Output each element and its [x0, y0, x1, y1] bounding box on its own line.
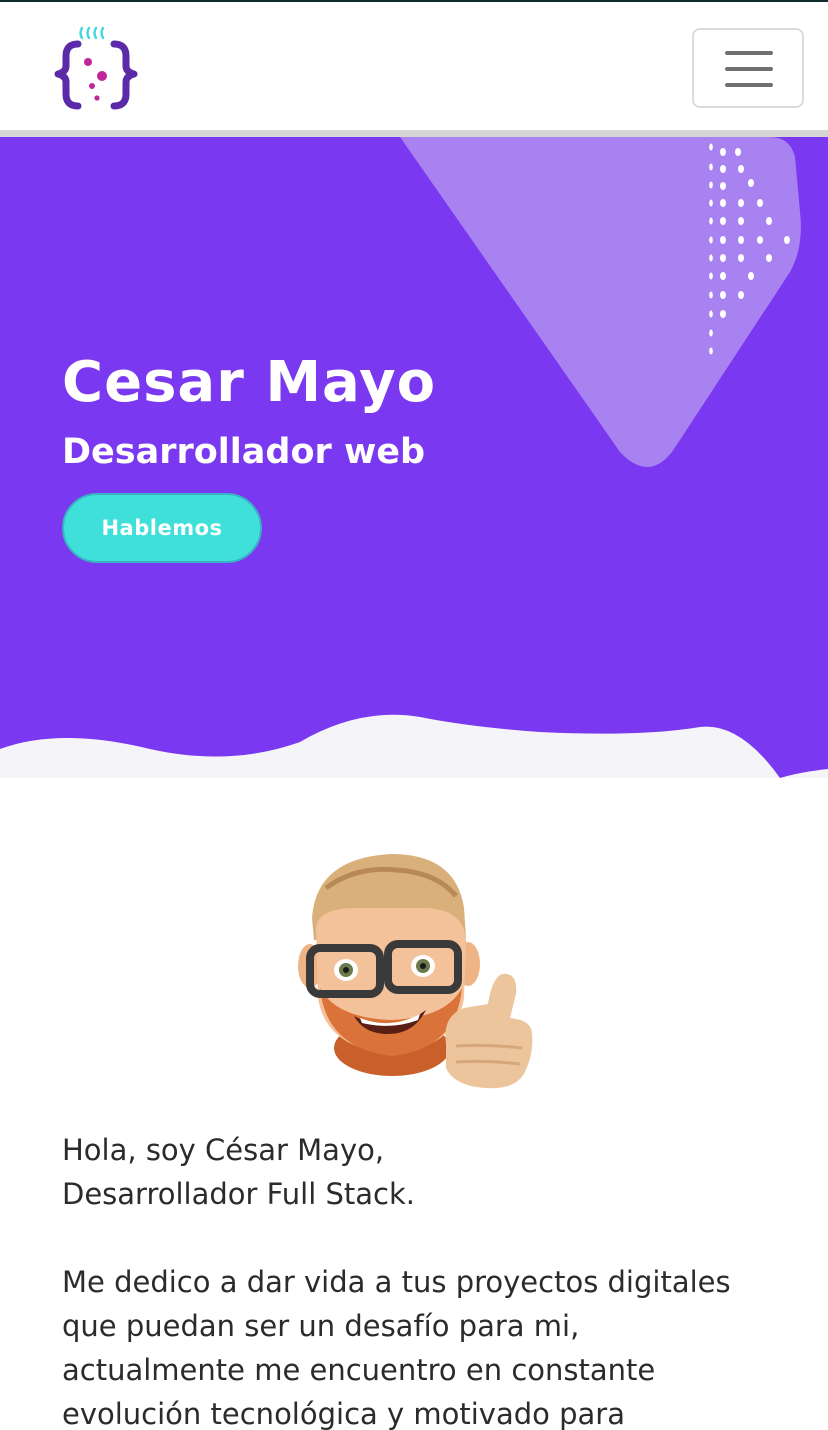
hamburger-menu-button[interactable]	[692, 28, 804, 108]
memoji-thumbs-up-avatar	[298, 854, 533, 1089]
about-text: Hola, soy César Mayo, Desarrollador Full…	[62, 1128, 782, 1430]
hamburger-menu-icon	[725, 51, 773, 55]
hablemos-button[interactable]: Hablemos	[62, 493, 262, 563]
body-line-2: que puedan ser un desafío para mi,	[62, 1309, 580, 1343]
navbar-shadow	[0, 130, 828, 137]
body-line-4: evolución tecnológica y motivado para	[62, 1397, 625, 1430]
hamburger-menu-icon-bar	[725, 67, 773, 71]
curly-braces-logo-icon[interactable]	[50, 24, 142, 114]
navbar	[0, 2, 828, 132]
hero-name: Cesar Mayo	[62, 350, 437, 415]
hamburger-menu-icon-bar	[725, 83, 773, 87]
body-line-3: actualmente me encuentro en constante	[62, 1353, 656, 1387]
greeting-line-2: Desarrollador Full Stack.	[62, 1177, 415, 1211]
body-line-1: Me dedico a dar vida a tus proyectos dig…	[62, 1265, 731, 1299]
hero-section: Cesar Mayo Desarrollador web Hablemos	[0, 137, 828, 778]
hero-role: Desarrollador web	[62, 432, 426, 472]
greeting-line-1: Hola, soy César Mayo,	[62, 1133, 385, 1167]
